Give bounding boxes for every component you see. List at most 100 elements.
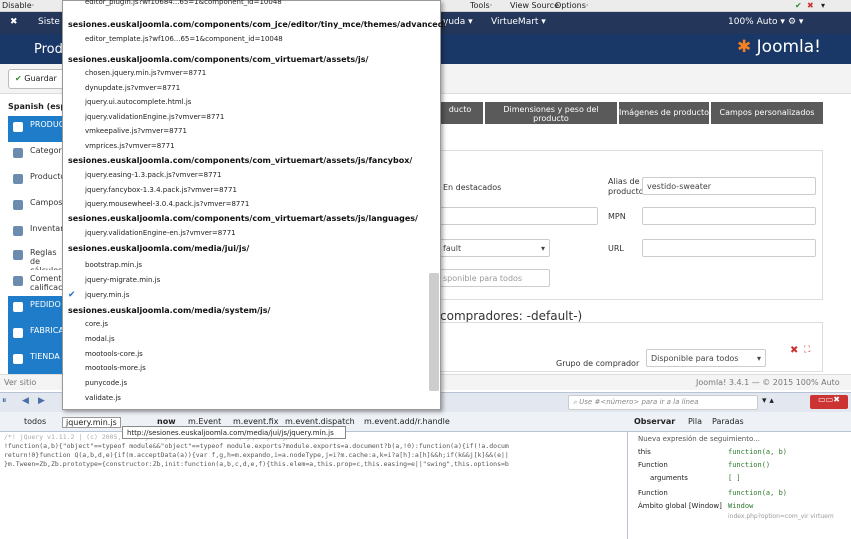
- availability-input[interactable]: sponible para todos: [438, 269, 550, 287]
- tab-dimensions[interactable]: Dimensiones y peso del producto: [485, 102, 617, 124]
- orders-icon: [13, 302, 23, 312]
- tab-breakpoints[interactable]: Paradas: [712, 417, 744, 426]
- script-group-heading: sesiones.euskaljoomla.com/components/com…: [68, 214, 418, 223]
- sidebar-item-product[interactable]: Producto: [8, 168, 62, 194]
- script-list-item[interactable]: jquery.easing-1.3.pack.js?vmver=8771: [85, 171, 221, 179]
- code-line: }m.Tween=Zb,Zb.prototype={constructor:Zb…: [4, 460, 509, 468]
- tab-stack[interactable]: Pila: [688, 417, 702, 426]
- script-list-item[interactable]: vmprices.js?vmver=8771: [85, 142, 175, 150]
- tools-menu[interactable]: Tools·: [470, 1, 492, 10]
- store-icon: [13, 354, 23, 364]
- gear-icon[interactable]: ⚙ ▾: [788, 17, 803, 27]
- nav-system[interactable]: Siste: [38, 17, 60, 27]
- view-site-link[interactable]: Ver sitio: [4, 378, 36, 387]
- default-select[interactable]: fault ▾: [438, 239, 550, 257]
- check-icon: ✔: [795, 1, 802, 10]
- joomla-icon[interactable]: ✖: [10, 17, 18, 27]
- alias-label: Alias de producto: [608, 177, 644, 196]
- breakpoint-icon[interactable]: ⏸: [2, 396, 7, 406]
- disable-menu[interactable]: Disable·: [2, 1, 34, 10]
- inventory-icon: [13, 226, 23, 236]
- dropdown-arrow-icon[interactable]: ▾: [821, 1, 825, 10]
- script-list-item[interactable]: jquery.min.js: [85, 291, 129, 299]
- sidebar-item-store[interactable]: TIENDA: [8, 348, 62, 374]
- zoom-level[interactable]: 100% Auto ▾: [728, 17, 785, 27]
- script-list-item[interactable]: punycode.js: [85, 379, 127, 387]
- script-list-item[interactable]: editor_plugin.js?wf10684...65=1&componen…: [85, 0, 282, 6]
- tab-images[interactable]: Imágenes de producto: [619, 102, 709, 124]
- new-watch-expression[interactable]: Nueva expresión de seguimiento...: [638, 435, 760, 443]
- sidebar-item-categories[interactable]: Categor: [8, 142, 62, 168]
- script-list-item[interactable]: modal.js: [85, 335, 115, 343]
- nav-help[interactable]: yuda ▾: [443, 17, 473, 27]
- script-list-item[interactable]: jquery.validationEngine.js?vmver=8771: [85, 113, 224, 121]
- view-source-menu[interactable]: View Source·: [510, 1, 562, 10]
- script-list-item[interactable]: jquery-migrate.min.js: [85, 276, 160, 284]
- buyer-group-select[interactable]: Disponible para todos ▾: [646, 349, 766, 367]
- save-button[interactable]: ✔ Guardar: [8, 69, 68, 89]
- stack-frame-2[interactable]: m.event.fix: [233, 417, 278, 426]
- nav-virtuemart[interactable]: VirtueMart ▾: [491, 17, 546, 27]
- script-list-item[interactable]: jquery.ui.autocomplete.html.js: [85, 98, 191, 106]
- url-input[interactable]: [642, 239, 816, 257]
- sidebar-item-calc-rules[interactable]: Reglas de cálculos: [8, 244, 62, 270]
- sidebar-item-fields[interactable]: Campos: [8, 194, 62, 220]
- script-list-item[interactable]: vmkeepalive.js?vmver=8771: [85, 127, 187, 135]
- product-icon: [13, 174, 23, 184]
- stack-frame-3[interactable]: m.event.dispatch: [285, 417, 355, 426]
- watch-row[interactable]: Function: [638, 489, 668, 497]
- alias-input[interactable]: vestido-sweater: [642, 177, 816, 195]
- joomla-logo: ✱ Joomla!: [737, 37, 821, 57]
- sidebar-item-manufacturers[interactable]: FABRICA: [8, 322, 62, 348]
- script-list-item[interactable]: jquery.mousewheel-3.0.4.pack.js?vmver=87…: [85, 200, 249, 208]
- script-list-item[interactable]: core.js: [85, 320, 108, 328]
- watch-row[interactable]: this: [638, 448, 651, 456]
- page-title: Prod: [34, 42, 63, 57]
- script-list-item[interactable]: editor_template.js?wf106...65=1&componen…: [85, 35, 283, 43]
- script-list-item[interactable]: chosen.jquery.min.js?vmver=8771: [85, 69, 206, 77]
- tab-product[interactable]: ducto: [437, 102, 483, 124]
- watch-row[interactable]: Function: [638, 461, 668, 469]
- remove-icon[interactable]: ✖: [790, 345, 798, 356]
- options-menu[interactable]: Options·: [555, 1, 588, 10]
- featured-label: En destacados: [443, 183, 502, 192]
- firebug-search-input[interactable]: ⌕ Use #<número> para ir a la línea: [568, 395, 758, 410]
- forward-icon[interactable]: ▶: [38, 396, 45, 406]
- dropdown-scrollbar[interactable]: [429, 273, 439, 391]
- chevron-down-icon: ▾: [756, 354, 761, 363]
- stack-frame-0[interactable]: now: [157, 417, 176, 426]
- gtin-input[interactable]: [438, 207, 598, 225]
- script-list-item[interactable]: jquery.validationEngine-en.js?vmver=8771: [85, 229, 236, 237]
- script-list-item[interactable]: dynupdate.js?vmver=8771: [85, 84, 180, 92]
- script-list-item[interactable]: mootools-core.js: [85, 350, 143, 358]
- filter-all[interactable]: todos: [24, 417, 46, 426]
- script-list-item[interactable]: jquery.fancybox-1.3.4.pack.js?vmver=8771: [85, 186, 237, 194]
- search-down-icon[interactable]: ▾ ▴: [762, 396, 774, 406]
- tab-custom-fields[interactable]: Campos personalizados: [711, 102, 823, 124]
- script-selector[interactable]: jquery.min.js: [62, 417, 121, 428]
- script-group-heading: sesiones.euskaljoomla.com/components/com…: [68, 156, 413, 165]
- code-line: !function(a,b){"object"==typeof module&&…: [4, 442, 509, 450]
- buyer-group-card: Grupo de comprador Disponible para todos…: [437, 322, 823, 372]
- watch-row[interactable]: arguments: [650, 474, 688, 482]
- sidebar-item-orders[interactable]: PEDIDO: [8, 296, 62, 322]
- script-list-item[interactable]: mootools-more.js: [85, 364, 146, 372]
- script-list-item[interactable]: validate.js: [85, 394, 121, 402]
- watch-row[interactable]: Ámbito global [Window]: [638, 502, 722, 510]
- back-icon[interactable]: ◀: [22, 396, 29, 406]
- script-source-panel[interactable]: /*! jQuery v1.11.2 | (c) 2005, 2014 jQue…: [0, 432, 625, 539]
- stack-frame-1[interactable]: m.Event: [188, 417, 221, 426]
- script-list-item[interactable]: bootstrap.min.js: [85, 261, 142, 269]
- sidebar-item-inventory[interactable]: Inventar: [8, 220, 62, 246]
- comment-icon: [13, 276, 23, 286]
- mpn-input[interactable]: [642, 207, 816, 225]
- script-list-dropdown: editor_plugin.js?wf10684...65=1&componen…: [62, 0, 446, 410]
- product-form-card: En destacados Alias de producto vestido-…: [437, 150, 823, 300]
- script-url-tooltip: http://sesiones.euskaljoomla.com/media/j…: [122, 426, 346, 439]
- sidebar-item-products[interactable]: PRODUC: [8, 116, 62, 142]
- stack-frame-4[interactable]: m.event.add/r.handle: [364, 417, 450, 426]
- sidebar-item-reviews[interactable]: Comentarios calificac: [8, 270, 62, 296]
- tab-watch[interactable]: Observar: [634, 417, 675, 426]
- expand-icon[interactable]: ⛶: [804, 345, 810, 355]
- window-controls-icon[interactable]: ▭▭✖: [810, 395, 848, 409]
